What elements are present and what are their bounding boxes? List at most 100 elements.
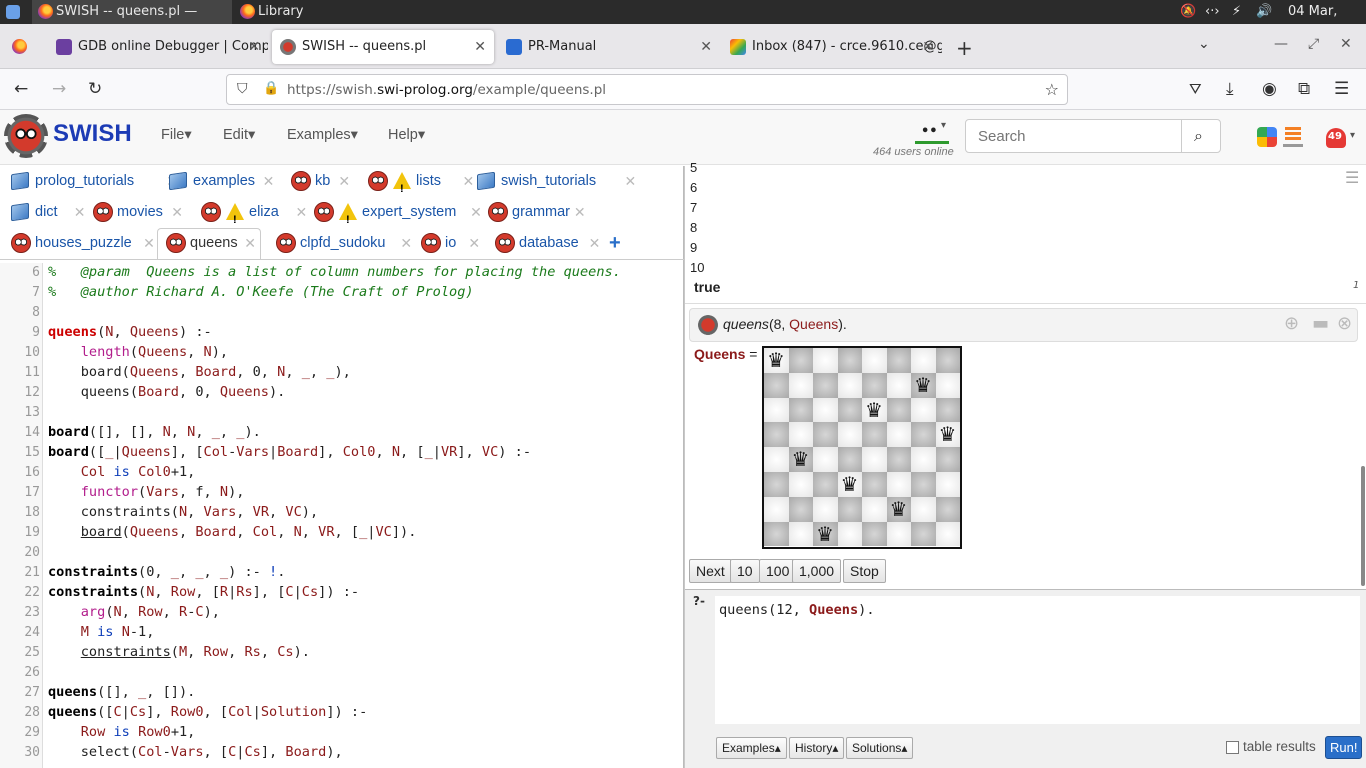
close-tab-icon[interactable]: ✕ (474, 30, 486, 64)
url-bar[interactable]: ⛉ 🔒 https://swish.swi-prolog.org/example… (226, 74, 1068, 105)
close-tab-icon[interactable]: ✕ (468, 230, 480, 256)
close-tab-icon[interactable]: ✕ (463, 168, 475, 194)
code-line[interactable]: queens([], _, []). (48, 684, 195, 700)
new-tab-icon[interactable]: + (956, 36, 973, 60)
close-tab-icon[interactable]: ✕ (338, 168, 350, 194)
menu-file[interactable]: File▾ (161, 127, 192, 143)
run-button[interactable]: Run! (1325, 736, 1363, 759)
tab-gmail[interactable]: Inbox (847) - crce.9610.ce@gmail.com ✕ (722, 30, 942, 64)
code-line[interactable]: board([], [], N, N, _, _). (48, 424, 261, 440)
maximize-icon[interactable]: ⤢ (1308, 36, 1319, 52)
close-tab-icon[interactable]: ✕ (171, 199, 183, 225)
solutions-button[interactable]: Solutions▴ (846, 737, 914, 759)
code-line[interactable]: constraints(N, Vars, VR, VC), (48, 504, 318, 520)
search-input[interactable] (965, 119, 1182, 153)
tab-pr-manual[interactable]: PR-Manual ✕ (498, 30, 720, 64)
volume-icon[interactable]: 🔊 (1256, 0, 1272, 24)
menu-icon[interactable]: ☰ (1334, 80, 1349, 98)
reload-icon[interactable]: ↻ (88, 80, 102, 98)
app-menu-icon[interactable] (6, 5, 20, 19)
next-button[interactable]: Next (689, 559, 732, 583)
code-line[interactable]: board([_|Queens], [Col-Vars|Board], Col0… (48, 444, 531, 460)
notifications-bell-icon[interactable]: 49 (1326, 128, 1346, 148)
code-line[interactable]: Col is Col0+1, (48, 464, 196, 480)
power-icon[interactable]: ⚡ (1232, 0, 1241, 24)
next-100-button[interactable]: 100 (759, 559, 797, 583)
forward-icon[interactable]: → (52, 80, 66, 98)
code-line[interactable]: select(Col-Vars, [C|Cs], Board), (48, 744, 343, 760)
task-library-window[interactable]: Library (234, 0, 324, 24)
close-tab-icon[interactable]: ✕ (625, 168, 637, 194)
tab-swish[interactable]: SWISH -- queens.pl ✕ (272, 30, 494, 64)
url-text[interactable]: https://swish.swi-prolog.org/example/que… (287, 75, 606, 105)
scroll-menu-icon[interactable]: ☰ (1345, 168, 1359, 187)
close-tab-icon[interactable]: ✕ (470, 199, 482, 225)
query-code[interactable]: queens(12, Queens). (719, 602, 875, 618)
chevron-down-icon[interactable]: ▾ (1350, 130, 1355, 141)
code-line[interactable]: queens(Board, 0, Queens). (48, 384, 286, 400)
minimize-icon[interactable]: — (1274, 36, 1288, 52)
minimize-icon[interactable]: ▬ (1312, 313, 1329, 334)
code-line[interactable]: % @param Queens is a list of column numb… (48, 264, 621, 280)
tab-gdb[interactable]: GDB online Debugger | Compiler ✕ (48, 30, 268, 64)
close-tab-icon[interactable]: ✕ (589, 230, 601, 256)
close-tab-icon[interactable]: ✕ (143, 230, 155, 256)
swish-logo-text[interactable]: SWISH (53, 120, 132, 148)
new-file-tab-icon[interactable]: + (609, 230, 621, 256)
user-avatar-icon[interactable]: •• ▾ (915, 120, 949, 144)
close-tab-icon[interactable]: ✕ (922, 30, 934, 64)
table-results-checkbox[interactable] (1226, 741, 1239, 754)
account-icon[interactable]: ◉ (1262, 80, 1277, 98)
stop-button[interactable]: Stop (843, 559, 886, 583)
code-line[interactable]: constraints(0, _, _, _) :- !. (48, 564, 285, 580)
code-line[interactable]: board(Queens, Board, Col, N, VR, [_|VC])… (48, 524, 417, 540)
history-button[interactable]: History▴ (789, 737, 845, 759)
bookmark-star-icon[interactable]: ☆ (1045, 80, 1059, 99)
code-line[interactable]: length(Queens, N), (48, 344, 228, 360)
swish-logo-icon[interactable] (4, 114, 48, 158)
code-line[interactable]: % @author Richard A. O'Keefe (The Craft … (48, 284, 474, 300)
menu-edit[interactable]: Edit▾ (223, 127, 255, 143)
code-line[interactable]: functor(Vars, f, N), (48, 484, 245, 500)
search-button[interactable]: ⌕ (1181, 119, 1221, 153)
code-line[interactable]: Row is Row0+1, (48, 724, 196, 740)
next-1000-button[interactable]: 1,000 (792, 559, 842, 583)
code-line[interactable]: queens(N, Queens) :- (48, 324, 212, 340)
code-line[interactable]: constraints(M, Row, Rs, Cs). (48, 644, 310, 660)
code-line[interactable]: constraints(N, Row, [R|Rs], [C|Cs]) :- (48, 584, 359, 600)
code-line[interactable]: M is N-1, (48, 624, 155, 640)
downloads-icon[interactable]: ⤓ (1226, 80, 1234, 98)
task-firefox-window[interactable]: SWISH -- queens.pl — Mozill... (32, 0, 232, 43)
close-tab-icon[interactable]: ✕ (244, 230, 256, 256)
notifications-muted-icon[interactable]: 🔕 (1180, 0, 1196, 24)
close-tab-icon[interactable]: ✕ (263, 168, 275, 194)
close-tab-icon[interactable]: ✕ (700, 30, 712, 64)
back-icon[interactable]: ← (14, 80, 28, 98)
shield-icon[interactable]: ⛉ (237, 81, 248, 97)
clock[interactable]: 04 Mar, 19:47 (1288, 0, 1366, 43)
list-tabs-icon[interactable]: ⌄ (1198, 36, 1210, 52)
pocket-icon[interactable]: ⛛ (1189, 80, 1202, 98)
extensions-icon[interactable]: ⧉ (1298, 80, 1310, 98)
close-icon[interactable]: ⊗ (1337, 313, 1352, 334)
code-line[interactable]: board(Queens, Board, 0, N, _, _), (48, 364, 351, 380)
menu-help[interactable]: Help▾ (388, 127, 425, 143)
stackoverflow-icon[interactable] (1283, 125, 1303, 147)
menu-examples[interactable]: Examples▾ (287, 127, 358, 143)
code-line[interactable]: queens([C|Cs], Row0, [Col|Solution]) :- (48, 704, 367, 720)
lock-icon[interactable]: 🔒 (263, 81, 279, 96)
network-icon[interactable]: ‹·› (1205, 0, 1220, 24)
close-window-icon[interactable]: ✕ (1340, 36, 1352, 52)
firefox-view-icon[interactable] (12, 39, 27, 54)
scrollbar[interactable] (1361, 466, 1365, 586)
examples-button[interactable]: Examples▴ (716, 737, 787, 759)
close-tab-icon[interactable]: ✕ (400, 230, 412, 256)
next-10-button[interactable]: 10 (730, 559, 760, 583)
query-editor[interactable]: queens(12, Queens). (715, 596, 1360, 724)
close-tab-icon[interactable]: ✕ (74, 199, 86, 225)
close-tab-icon[interactable]: ✕ (296, 199, 308, 225)
close-tab-icon[interactable]: ✕ (248, 30, 260, 64)
download-icon[interactable]: ⊕ (1284, 313, 1299, 334)
close-tab-icon[interactable]: ✕ (574, 199, 586, 225)
code-line[interactable]: arg(N, Row, R-C), (48, 604, 220, 620)
